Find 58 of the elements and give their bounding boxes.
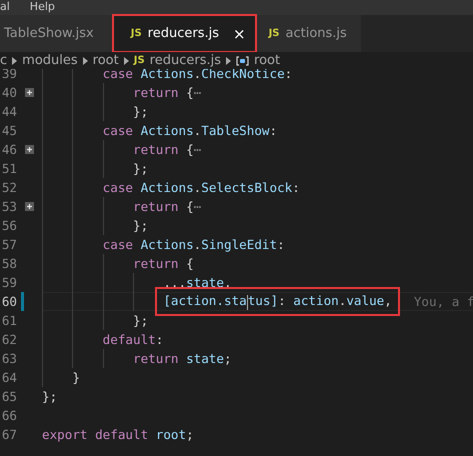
line-number: 40	[0, 85, 17, 100]
expand-icon[interactable]	[25, 88, 34, 97]
expand-icon[interactable]	[25, 202, 34, 211]
code-line: case Actions.SingleEdit:	[102, 237, 285, 252]
line-number: 66	[0, 408, 17, 423]
code-line: return {⋯	[132, 85, 202, 100]
editor-tab[interactable]: TableShow.jsx	[0, 15, 112, 52]
breadcrumb-item[interactable]: reducers.js	[150, 53, 222, 68]
chevron-icon	[12, 56, 18, 64]
breadcrumb-item[interactable]: c	[0, 53, 8, 68]
code-line: };	[42, 389, 58, 404]
js-file-icon: JS	[130, 28, 142, 39]
line-number: 53	[0, 199, 17, 214]
line-number: 61	[0, 313, 17, 328]
code-line: return {⋯	[132, 199, 202, 214]
code-line: return {	[132, 256, 194, 271]
code-line: export default root;	[42, 427, 194, 442]
menu-item[interactable]: al	[0, 0, 10, 15]
js-file-icon: JS	[134, 55, 145, 66]
line-number: 52	[0, 180, 17, 195]
breadcrumb-item[interactable]: root	[254, 53, 280, 68]
code-line: };	[132, 161, 148, 176]
breadcrumb-item[interactable]: root	[92, 53, 119, 68]
code-line: default:	[102, 332, 164, 347]
code-line: case Actions.SelectsBlock:	[102, 180, 300, 195]
line-number: 59	[0, 275, 17, 290]
js-file-icon: JS	[268, 28, 280, 39]
code-line: };	[132, 218, 148, 233]
editor-tab[interactable]: JS reducers.js ×	[112, 15, 256, 52]
close-icon[interactable]: ×	[233, 24, 246, 42]
line-number: 57	[0, 237, 17, 252]
chevron-icon	[124, 56, 129, 64]
line-number: 46	[0, 142, 17, 157]
line-number: 56	[0, 218, 17, 233]
code-line: return state;	[132, 351, 232, 366]
line-number: 67	[0, 427, 17, 442]
line-number: 58	[0, 256, 17, 271]
line-number: 63	[0, 351, 17, 366]
code-line: return {⋯	[132, 142, 202, 157]
code-line: }	[72, 370, 80, 385]
line-number: 65	[0, 389, 17, 404]
code-line: };	[132, 313, 148, 328]
chevron-icon	[226, 56, 232, 64]
line-number: 51	[0, 161, 17, 176]
chevron-icon	[82, 56, 88, 64]
code-line: };	[132, 104, 148, 119]
expand-icon[interactable]	[25, 145, 34, 154]
line-number: 39	[0, 69, 17, 81]
line-number: 44	[0, 104, 17, 119]
line-number: 45	[0, 123, 17, 138]
code-line: case Actions.TableShow:	[102, 123, 278, 138]
variable-symbol-icon	[236, 56, 250, 66]
breadcrumb-item[interactable]: modules	[22, 53, 78, 68]
menu-item[interactable]: Help	[30, 0, 55, 15]
editor-tab[interactable]: JS actions.js	[256, 15, 361, 52]
line-number: 64	[0, 370, 17, 385]
line-number: 60	[0, 294, 17, 309]
line-number: 62	[0, 332, 17, 347]
